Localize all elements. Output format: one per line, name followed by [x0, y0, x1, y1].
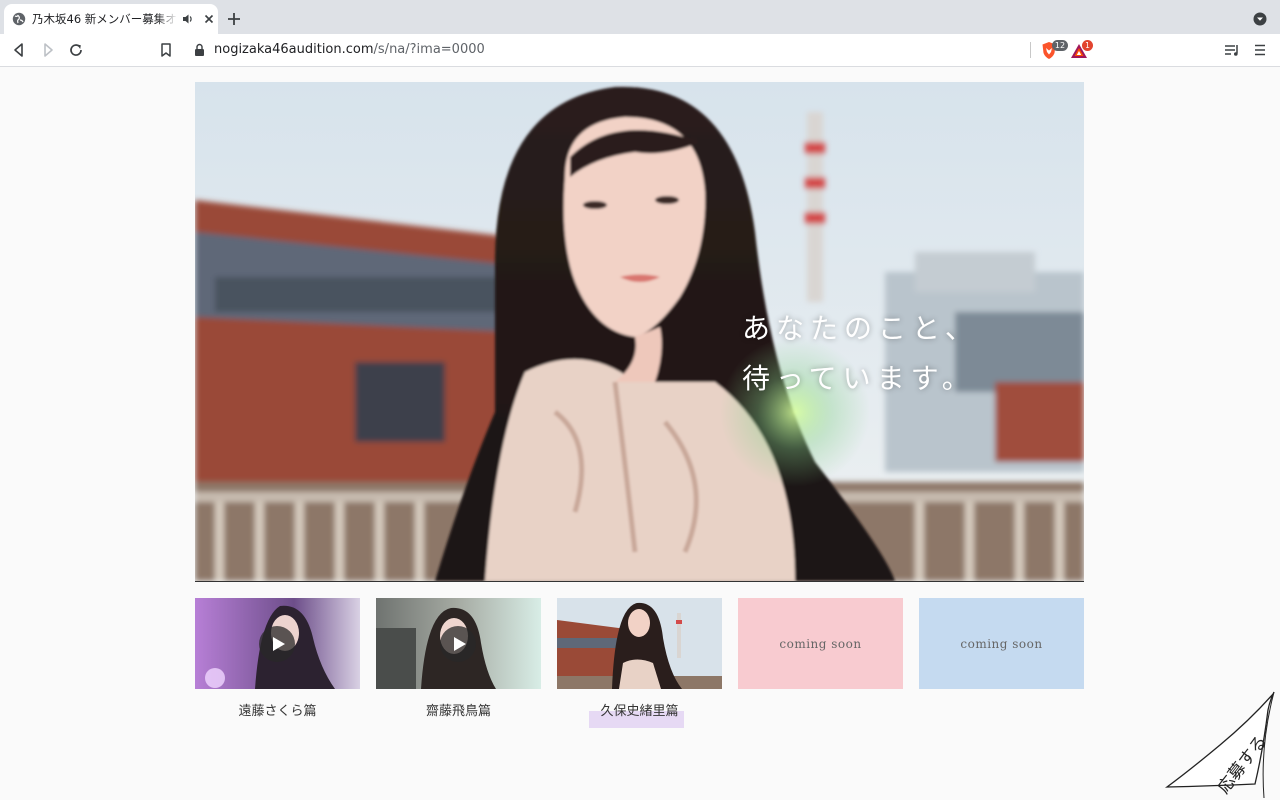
- hero-banner: あなたのこと、 待っています。: [195, 82, 1084, 582]
- caption-endo[interactable]: 遠藤さくら篇: [195, 703, 360, 721]
- hero-tagline-line2: 待っています。: [742, 362, 976, 395]
- url-path: /s/na/?ima=0000: [373, 42, 485, 57]
- browser-toolbar: nogizaka46audition.com/s/na/?ima=0000 12…: [0, 34, 1280, 67]
- forward-icon[interactable]: [39, 41, 57, 59]
- new-tab-plus-icon[interactable]: [226, 11, 242, 27]
- rewards-count-badge: 1: [1082, 40, 1093, 51]
- url-host: nogizaka46audition.com: [214, 42, 374, 57]
- back-icon[interactable]: [10, 41, 28, 59]
- bookmark-icon[interactable]: [157, 41, 175, 59]
- tab-strip: 乃木坂46 新メンバー募集オーデ: [0, 0, 1280, 34]
- thumbnail-image: [557, 598, 722, 689]
- apply-button[interactable]: 応募する: [1160, 690, 1280, 800]
- hero-tagline: あなたのこと、 待っています。: [742, 304, 979, 404]
- divider: [1030, 42, 1031, 58]
- tab-search-dropdown-icon[interactable]: [1253, 12, 1267, 26]
- playlist-icon[interactable]: [1223, 41, 1241, 59]
- video-thumbnail-saito[interactable]: [376, 598, 541, 689]
- coming-soon-card-1: coming soon: [738, 598, 903, 689]
- url-text[interactable]: nogizaka46audition.com/s/na/?ima=0000: [214, 41, 485, 59]
- speaker-icon[interactable]: [182, 13, 194, 25]
- reload-icon[interactable]: [67, 41, 85, 59]
- lock-icon[interactable]: [194, 43, 205, 57]
- video-thumbnail-endo[interactable]: [195, 598, 360, 689]
- browser-tab[interactable]: 乃木坂46 新メンバー募集オーデ: [4, 4, 218, 34]
- caption-kubo[interactable]: 久保史緒里篇: [557, 703, 722, 721]
- play-icon[interactable]: [259, 626, 295, 662]
- coming-soon-card-2: coming soon: [919, 598, 1084, 689]
- shield-count-badge: 12: [1052, 40, 1068, 51]
- video-thumbnail-kubo[interactable]: [557, 598, 722, 689]
- caption-saito[interactable]: 齋藤飛鳥篇: [376, 703, 541, 721]
- tab-title: 乃木坂46 新メンバー募集オーデ: [32, 12, 178, 26]
- close-tab-icon[interactable]: [202, 12, 216, 26]
- play-icon[interactable]: [440, 626, 476, 662]
- menu-icon[interactable]: [1251, 41, 1269, 59]
- globe-icon: [12, 12, 26, 26]
- address-bar[interactable]: nogizaka46audition.com/s/na/?ima=0000 12…: [184, 37, 1094, 63]
- hero-tagline-line1: あなたのこと、: [742, 312, 979, 345]
